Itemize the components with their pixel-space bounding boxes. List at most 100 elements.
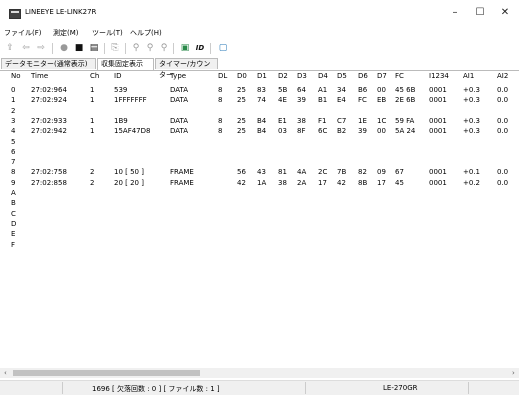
status-divider — [305, 382, 306, 394]
column-header-ai2[interactable]: AI2 — [497, 72, 508, 80]
column-header-fc[interactable]: FC — [395, 72, 404, 80]
cell-d2: E1 — [278, 116, 287, 125]
menu-file[interactable]: ファイル(F) — [4, 28, 42, 38]
cell-id: 10 [ 50 ] — [114, 168, 144, 177]
cell-dl: 8 — [218, 116, 223, 125]
cell-d7: 00 — [377, 127, 386, 136]
cell-d6: B6 — [358, 86, 368, 94]
cell-ai2: 0.0 — [497, 127, 509, 136]
status-divider — [468, 382, 469, 394]
find-next-icon[interactable]: ⚲ — [145, 43, 155, 53]
forward-icon[interactable]: ⇨ — [36, 43, 46, 53]
cell-d2: 5B — [278, 86, 288, 94]
cell-ai1: +0.3 — [463, 116, 480, 125]
row-number: 8 — [11, 168, 16, 177]
cell-d6: FC — [358, 96, 367, 105]
column-header-d6[interactable]: D6 — [358, 72, 368, 80]
cell-d6: 39 — [358, 127, 367, 136]
cell-channel: 1 — [90, 86, 95, 94]
tab-data-monitor[interactable]: データモニター(通常表示) — [1, 58, 96, 69]
cell-d7: 09 — [377, 168, 386, 177]
stop-icon[interactable]: ■ — [74, 43, 84, 53]
export-icon[interactable]: ⇪ — [5, 43, 15, 53]
cell-d0: 25 — [237, 127, 246, 136]
cell-d2: 81 — [278, 168, 287, 177]
cell-ai1: +0.1 — [463, 168, 480, 177]
menu-help[interactable]: ヘルプ(H) — [130, 28, 162, 38]
row-number: 0 — [11, 86, 16, 94]
cell-d3: 64 — [297, 86, 306, 94]
column-header-d0[interactable]: D0 — [237, 72, 247, 80]
cell-ai2: 0.0 — [497, 86, 509, 94]
tab-timer-counter[interactable]: タイマー/カウンター — [155, 58, 218, 79]
print-icon[interactable]: ▤ — [89, 43, 99, 53]
menu-measure[interactable]: 測定(M) — [53, 28, 79, 38]
column-header-ai1[interactable]: AI1 — [463, 72, 474, 80]
copy-icon[interactable]: ⎘ — [110, 43, 120, 53]
cell-d3: 8F — [297, 127, 306, 136]
column-header-dl[interactable]: DL — [218, 72, 227, 80]
scrollbar-thumb[interactable] — [13, 370, 200, 376]
filter-icon[interactable]: ▣ — [180, 43, 190, 53]
toolbar-separator — [104, 43, 105, 54]
cell-ai2: 0.0 — [497, 168, 509, 177]
cell-d5: E4 — [337, 96, 346, 105]
tab-collection-fixed[interactable]: 収集固定表示 — [97, 58, 154, 70]
record-icon[interactable]: ● — [59, 43, 69, 53]
toolbar-separator — [173, 43, 174, 54]
cell-id: 20 [ 20 ] — [114, 178, 144, 187]
search-icon[interactable]: ⚲ — [131, 43, 141, 53]
cell-id: 1B9 — [114, 116, 128, 125]
cell-ai1: +0.3 — [463, 127, 480, 136]
cell-d4: B1 — [318, 96, 328, 105]
column-header-type[interactable]: Type — [170, 72, 186, 80]
scroll-left-icon[interactable]: ‹ — [4, 368, 7, 378]
maximize-button[interactable]: ☐ — [468, 5, 492, 21]
column-header-d2[interactable]: D2 — [278, 72, 288, 80]
cell-d7: EB — [377, 96, 387, 105]
column-header-no[interactable]: No — [11, 72, 21, 80]
column-header-d3[interactable]: D3 — [297, 72, 307, 80]
cell-channel: 1 — [90, 116, 95, 125]
menu-tools[interactable]: ツール(T) — [92, 28, 123, 38]
row-number: B — [11, 199, 16, 208]
cell-channel: 1 — [90, 96, 95, 105]
data-grid[interactable]: No Time Ch ID Type DL D0 D1 D2 D3 D4 D5 D6 D7 FC I1234 A… — [0, 72, 519, 372]
column-header-id[interactable]: ID — [114, 72, 121, 80]
cell-d0: 25 — [237, 116, 246, 125]
cell-type: FRAME — [170, 168, 194, 177]
cell-d4: F1 — [318, 116, 327, 125]
find-prev-icon[interactable]: ⚲ — [159, 43, 169, 53]
cell-d1: B4 — [257, 116, 267, 125]
toolbar: ⇪ ⇦ ⇨ ● ■ ▤ ⎘ ⚲ ⚲ ⚲ ▣ ID ▢ — [0, 40, 519, 57]
cell-time: 27:02:924 — [31, 96, 67, 105]
horizontal-scrollbar[interactable]: ‹ › — [0, 368, 519, 378]
cell-d5: 7B — [337, 168, 347, 177]
cell-ai2: 0.0 — [497, 96, 509, 105]
column-header-d1[interactable]: D1 — [257, 72, 267, 80]
row-number: D — [11, 219, 17, 228]
cell-d6: 8B — [358, 178, 368, 187]
back-icon[interactable]: ⇦ — [21, 43, 31, 53]
id-icon[interactable]: ID — [195, 43, 205, 53]
cell-time: 27:02:964 — [31, 86, 67, 94]
column-header-d5[interactable]: D5 — [337, 72, 347, 80]
panel-icon[interactable]: ▢ — [218, 43, 228, 53]
row-number: C — [11, 209, 16, 218]
cell-dl: 8 — [218, 127, 223, 136]
row-number: A — [11, 189, 16, 197]
column-header-d7[interactable]: D7 — [377, 72, 387, 80]
cell-ai2: 0.0 — [497, 178, 509, 187]
minimize-button[interactable]: – — [443, 5, 467, 21]
row-number: 7 — [11, 158, 16, 167]
cell-type: DATA — [170, 116, 189, 125]
scroll-right-icon[interactable]: › — [512, 368, 515, 378]
column-header-d4[interactable]: D4 — [318, 72, 328, 80]
column-header-i1234[interactable]: I1234 — [429, 72, 449, 80]
toolbar-separator — [210, 43, 211, 54]
close-button[interactable]: ✕ — [493, 5, 517, 21]
cell-d3: 2A — [297, 178, 307, 187]
column-header-ch[interactable]: Ch — [90, 72, 99, 80]
column-header-time[interactable]: Time — [31, 72, 48, 80]
row-number: 1 — [11, 96, 16, 105]
